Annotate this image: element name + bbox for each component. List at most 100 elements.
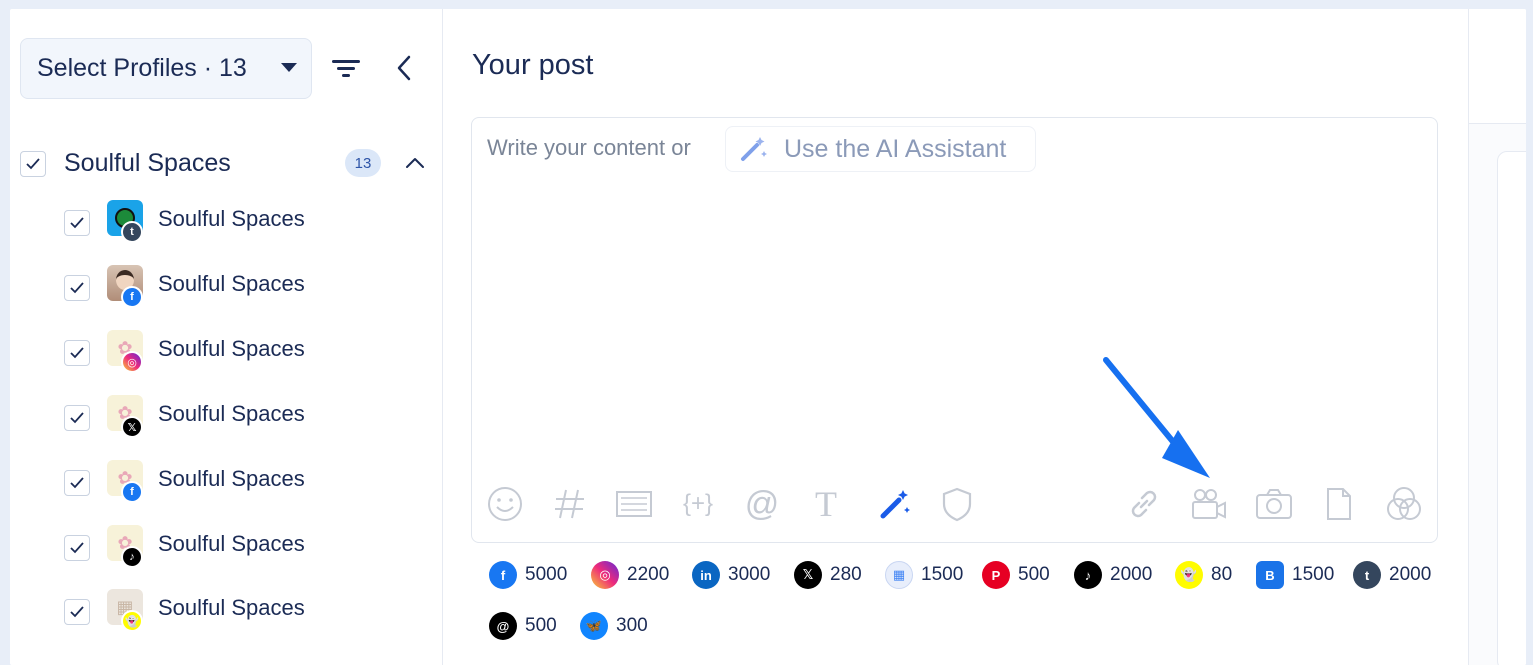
chevron-left-icon[interactable] xyxy=(394,53,416,83)
editor-placeholder: Write your content or xyxy=(487,135,691,160)
chevron-up-icon[interactable] xyxy=(404,153,426,173)
limit-google-business: ▦ 1500 xyxy=(885,561,963,589)
annotation-arrow-icon xyxy=(1103,357,1210,478)
x-icon: 𝕏 xyxy=(794,561,822,589)
bluesky-icon: 🦋 xyxy=(580,612,608,640)
google-business-icon: ▦ xyxy=(885,561,913,589)
profile-item[interactable]: f Soulful Spaces xyxy=(64,265,434,309)
preview-panel xyxy=(1468,9,1526,665)
caret-down-icon xyxy=(281,63,297,72)
color-blend-icon[interactable] xyxy=(1384,484,1424,524)
snapchat-icon: 👻 xyxy=(121,610,143,632)
limit-instagram: ◎ 2200 xyxy=(591,561,669,589)
group-checkbox[interactable] xyxy=(20,151,46,177)
facebook-icon: f xyxy=(121,286,143,308)
limit-value: 280 xyxy=(830,564,862,585)
limit-value: 1500 xyxy=(921,564,964,585)
avatar: t xyxy=(107,200,143,243)
profile-item[interactable]: t Soulful Spaces xyxy=(64,200,434,244)
limit-pinterest: P 500 xyxy=(982,561,1050,589)
document-icon[interactable] xyxy=(1319,484,1359,524)
profile-checkbox[interactable] xyxy=(64,340,90,366)
profile-checkbox[interactable] xyxy=(64,275,90,301)
facebook-icon: f xyxy=(489,561,517,589)
video-camera-icon[interactable] xyxy=(1189,484,1229,524)
profile-checkbox[interactable] xyxy=(64,405,90,431)
profile-item[interactable]: ✿ ♪ Soulful Spaces xyxy=(64,525,434,569)
post-composer: Your post Write your content or Use the … xyxy=(444,9,1468,665)
profile-group: Soulful Spaces 13 xyxy=(20,147,424,181)
limit-value: 300 xyxy=(616,615,648,636)
post-editor[interactable]: Write your content or Use the AI Assista… xyxy=(471,117,1438,543)
avatar: ✿ ◎ xyxy=(107,330,143,373)
instagram-icon: ◎ xyxy=(591,561,619,589)
tumblr-icon: t xyxy=(1353,561,1381,589)
limit-facebook: f 5000 xyxy=(489,561,567,589)
group-name: Soulful Spaces xyxy=(64,149,231,177)
emoji-icon[interactable] xyxy=(485,484,525,524)
limit-value: 2000 xyxy=(1110,564,1153,585)
profile-item[interactable]: ✿ f Soulful Spaces xyxy=(64,460,434,504)
limit-snapchat: 👻 80 xyxy=(1175,561,1232,589)
select-profiles-dropdown[interactable]: Select Profiles · 13 xyxy=(20,38,312,99)
avatar: ✿ f xyxy=(107,460,143,503)
profile-item[interactable]: ✿ ◎ Soulful Spaces xyxy=(64,330,434,374)
avatar: f xyxy=(107,265,143,308)
profile-name: Soulful Spaces xyxy=(158,595,305,620)
preview-card xyxy=(1497,151,1526,665)
camera-icon[interactable] xyxy=(1254,484,1294,524)
limit-x: 𝕏 280 xyxy=(794,561,862,589)
link-icon[interactable] xyxy=(1124,484,1164,524)
facebook-icon: f xyxy=(121,481,143,503)
profile-checkbox[interactable] xyxy=(64,535,90,561)
profile-item[interactable]: ▦ 👻 Soulful Spaces xyxy=(64,589,434,633)
limit-value: 2000 xyxy=(1389,564,1432,585)
profiles-sidebar: Select Profiles · 13 Soulful Spaces 13 t xyxy=(10,9,443,665)
avatar: ✿ ♪ xyxy=(107,525,143,568)
limit-linkedin: in 3000 xyxy=(692,561,770,589)
limit-value: 1500 xyxy=(1292,564,1335,585)
tumblr-icon: t xyxy=(121,221,143,243)
limit-value: 5000 xyxy=(525,564,568,585)
limit-value: 3000 xyxy=(728,564,771,585)
instagram-icon: ◎ xyxy=(121,351,143,373)
limit-value: 2200 xyxy=(627,564,670,585)
filter-icon[interactable] xyxy=(332,55,362,81)
profile-name: Soulful Spaces xyxy=(158,206,305,231)
limit-value: 500 xyxy=(525,615,557,636)
ai-assistant-button[interactable]: Use the AI Assistant xyxy=(725,126,1036,172)
group-count-badge: 13 xyxy=(345,149,381,177)
profile-name: Soulful Spaces xyxy=(158,531,305,556)
profile-item[interactable]: ✿ 𝕏 Soulful Spaces xyxy=(64,395,434,439)
shield-icon[interactable] xyxy=(937,484,977,524)
avatar: ▦ 👻 xyxy=(107,589,143,632)
variable-icon[interactable]: {+} xyxy=(678,484,718,524)
tiktok-icon: ♪ xyxy=(121,546,143,568)
hashtag-icon[interactable] xyxy=(550,484,590,524)
tiktok-icon: ♪ xyxy=(1074,561,1102,589)
pinterest-icon: P xyxy=(982,561,1010,589)
profile-checkbox[interactable] xyxy=(64,210,90,236)
text-format-icon[interactable]: T xyxy=(806,484,846,524)
app-frame: Select Profiles · 13 Soulful Spaces 13 t xyxy=(10,9,1526,665)
threads-icon: @ xyxy=(489,612,517,640)
profile-checkbox[interactable] xyxy=(64,599,90,625)
magic-wand-icon[interactable] xyxy=(875,484,915,524)
x-icon: 𝕏 xyxy=(121,416,143,438)
profile-checkbox[interactable] xyxy=(64,470,90,496)
profile-name: Soulful Spaces xyxy=(158,271,305,296)
blogger-icon: B xyxy=(1256,561,1284,589)
ai-assistant-label: Use the AI Assistant xyxy=(784,134,1007,163)
limit-threads: @ 500 xyxy=(489,612,557,640)
limit-tiktok: ♪ 2000 xyxy=(1074,561,1152,589)
mention-icon[interactable]: @ xyxy=(742,484,782,524)
avatar: ✿ 𝕏 xyxy=(107,395,143,438)
limit-tumblr: t 2000 xyxy=(1353,561,1431,589)
text-block-icon[interactable] xyxy=(614,484,654,524)
profile-name: Soulful Spaces xyxy=(158,336,305,361)
linkedin-icon: in xyxy=(692,561,720,589)
snapchat-icon: 👻 xyxy=(1175,561,1203,589)
limit-blogger: B 1500 xyxy=(1256,561,1334,589)
select-profiles-label: Select Profiles · 13 xyxy=(37,54,247,82)
limit-value: 500 xyxy=(1018,564,1050,585)
